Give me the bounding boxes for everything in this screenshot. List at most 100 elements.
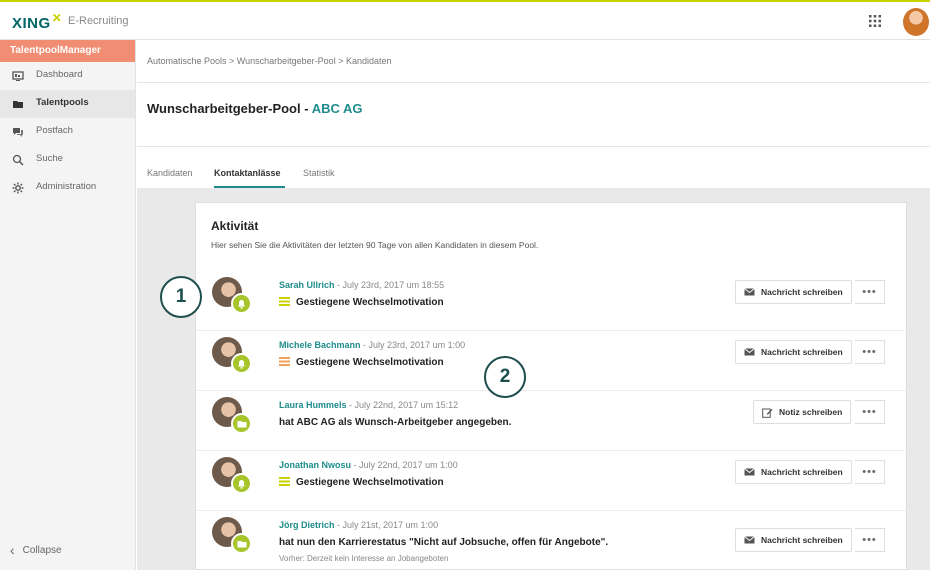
more-options-button[interactable]: •••: [855, 460, 885, 484]
activity-date: - July 23rd, 2017 um 1:00: [360, 340, 466, 350]
activity-title: Aktivität: [211, 219, 259, 233]
callout-marker-2: 2: [484, 356, 526, 398]
activity-action: Gestiegene Wechselmotivation: [279, 477, 444, 488]
sidebar-item-talentpools[interactable]: Talentpools: [0, 90, 135, 118]
callout-marker-1: 1: [160, 276, 202, 318]
company-name: ABC AG: [311, 101, 363, 116]
page-title: Wunscharbeitgeber-Pool - ABC AG: [147, 101, 362, 116]
collapse-button[interactable]: ‹ Collapse: [10, 542, 62, 558]
activity-action-text: Gestiegene Wechselmotivation: [296, 357, 444, 368]
activity-card: Aktivität Hier sehen Sie die Aktivitäten…: [195, 202, 908, 570]
candidate-name[interactable]: Jonathan Nwosu: [279, 460, 351, 470]
sidebar-item-label: Dashboard: [36, 69, 83, 80]
activity-meta: Michele Bachmann - July 23rd, 2017 um 1:…: [279, 340, 465, 350]
activity-action-text: hat ABC AG als Wunsch-Arbeitgeber angege…: [279, 417, 512, 428]
activity-row: Jonathan Nwosu - July 22nd, 2017 um 1:00…: [196, 451, 908, 511]
apps-grid-icon[interactable]: [868, 14, 882, 28]
sidebar-item-label: Administration: [36, 181, 97, 192]
activity-row: Jörg Dietrich - July 21st, 2017 um 1:00 …: [196, 511, 908, 570]
product-name: E-Recruiting: [68, 15, 129, 27]
activity-action: Gestiegene Wechselmotivation: [279, 357, 444, 368]
button-label: Notiz schreiben: [779, 407, 843, 417]
activity-action: hat ABC AG als Wunsch-Arbeitgeber angege…: [279, 417, 511, 428]
sidebar-item-label: Suche: [36, 153, 63, 164]
envelope-icon: [744, 536, 755, 544]
activity-date: - July 22nd, 2017 um 15:12: [346, 400, 459, 410]
chat-icon: [13, 128, 23, 137]
sidebar-item-administration[interactable]: Administration: [0, 174, 135, 202]
breadcrumb[interactable]: Automatische Pools > Wunscharbeitgeber-P…: [147, 56, 392, 66]
motivation-lines-icon: [279, 297, 290, 306]
tab-statistik[interactable]: Statistik: [303, 168, 335, 178]
bell-icon: [231, 353, 252, 374]
motivation-lines-icon: [279, 357, 290, 366]
collapse-label: Collapse: [22, 545, 62, 556]
write-note-button[interactable]: Notiz schreiben: [753, 400, 852, 424]
activity-previous-status: Vorher: Derzeit kein Interesse an Jobang…: [279, 554, 449, 563]
sidebar-item-postfach[interactable]: Postfach: [0, 118, 135, 146]
folder-icon: [231, 533, 252, 554]
chevron-left-icon: ‹: [10, 542, 15, 558]
activity-date: - July 22nd, 2017 um 1:00: [351, 460, 458, 470]
tab-kandidaten[interactable]: Kandidaten: [147, 168, 193, 178]
more-options-button[interactable]: •••: [855, 340, 885, 364]
more-options-button[interactable]: •••: [855, 400, 885, 424]
button-label: Nachricht schreiben: [761, 347, 843, 357]
activity-action-text: Gestiegene Wechselmotivation: [296, 297, 444, 308]
activity-action: Gestiegene Wechselmotivation: [279, 297, 444, 308]
search-icon: [12, 154, 24, 166]
edit-icon: [762, 408, 773, 418]
envelope-icon: [744, 468, 755, 476]
envelope-icon: [744, 348, 755, 356]
sidebar-title: TalentpoolManager: [0, 40, 135, 62]
more-options-button[interactable]: •••: [855, 528, 885, 552]
activity-meta: Sarah Ullrich - July 23rd, 2017 um 18:55: [279, 280, 444, 290]
xing-mark-icon: ✕: [51, 11, 63, 25]
candidate-name[interactable]: Jörg Dietrich: [279, 520, 335, 530]
write-message-button[interactable]: Nachricht schreiben: [735, 340, 852, 364]
write-message-button[interactable]: Nachricht schreiben: [735, 460, 852, 484]
activity-date: - July 23rd, 2017 um 18:55: [334, 280, 445, 290]
activity-action-text: hat nun den Karrierestatus "Nicht auf Jo…: [279, 537, 609, 548]
activity-date: - July 21st, 2017 um 1:00: [334, 520, 439, 530]
content-area: Aktivität Hier sehen Sie die Aktivitäten…: [137, 188, 930, 570]
divider: [137, 82, 930, 83]
activity-subtitle: Hier sehen Sie die Aktivitäten der letzt…: [211, 240, 539, 250]
activity-meta: Jörg Dietrich - July 21st, 2017 um 1:00: [279, 520, 438, 530]
button-label: Nachricht schreiben: [761, 535, 843, 545]
sidebar-item-suche[interactable]: Suche: [0, 146, 135, 174]
bell-icon: [231, 473, 252, 494]
candidate-name[interactable]: Michele Bachmann: [279, 340, 361, 350]
more-options-button[interactable]: •••: [855, 280, 885, 304]
dashboard-icon: [12, 71, 24, 81]
candidate-name[interactable]: Sarah Ullrich: [279, 280, 335, 290]
activity-action: hat nun den Karrierestatus "Nicht auf Jo…: [279, 537, 608, 548]
divider: [137, 146, 930, 147]
tab-bar: Kandidaten Kontaktanlässe Statistik: [137, 158, 930, 188]
activity-row: Sarah Ullrich - July 23rd, 2017 um 18:55…: [196, 271, 908, 331]
button-label: Nachricht schreiben: [761, 467, 843, 477]
sidebar-item-label: Talentpools: [36, 97, 89, 108]
bell-icon: [231, 293, 252, 314]
xing-logo[interactable]: XING✕: [12, 11, 62, 32]
page-title-prefix: Wunscharbeitgeber-Pool -: [147, 101, 312, 116]
candidate-name[interactable]: Laura Hummels: [279, 400, 347, 410]
gear-icon: [12, 182, 24, 194]
button-label: Nachricht schreiben: [761, 287, 843, 297]
activity-action-text: Gestiegene Wechselmotivation: [296, 477, 444, 488]
folder-icon: [13, 101, 23, 108]
activity-meta: Jonathan Nwosu - July 22nd, 2017 um 1:00: [279, 460, 458, 470]
logo-text: XING: [12, 15, 51, 32]
user-avatar[interactable]: [903, 8, 929, 36]
motivation-lines-icon: [279, 477, 290, 486]
activity-row: Laura Hummels - July 22nd, 2017 um 15:12…: [196, 391, 908, 451]
tab-kontaktanlaesse[interactable]: Kontaktanlässe: [214, 168, 281, 178]
write-message-button[interactable]: Nachricht schreiben: [735, 528, 852, 552]
sidebar-item-label: Postfach: [36, 125, 73, 136]
sidebar-item-dashboard[interactable]: Dashboard: [0, 62, 135, 90]
write-message-button[interactable]: Nachricht schreiben: [735, 280, 852, 304]
folder-icon: [231, 413, 252, 434]
activity-row: Michele Bachmann - July 23rd, 2017 um 1:…: [196, 331, 908, 391]
activity-meta: Laura Hummels - July 22nd, 2017 um 15:12: [279, 400, 458, 410]
sidebar: TalentpoolManager Dashboard Talentpools …: [0, 40, 136, 570]
